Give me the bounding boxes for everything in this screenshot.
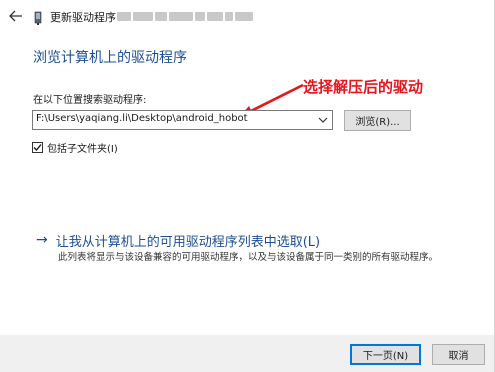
include-subfolders-option[interactable]: 包括子文件夹(I) — [32, 140, 118, 155]
chevron-down-icon[interactable] — [316, 113, 330, 127]
arrow-right-icon: → — [36, 232, 48, 248]
annotation-text: 选择解压后的驱动 — [303, 78, 424, 96]
device-manager-icon — [32, 10, 44, 25]
back-button[interactable] — [6, 6, 26, 26]
page-heading: 浏览计算机上的驱动程序 — [33, 50, 187, 66]
update-driver-window: 更新驱动程序 - 浏览计算机上的驱动程序 选择解压后的驱动 在以下位置搜索驱动程… — [0, 0, 495, 372]
device-name-obscured — [117, 10, 253, 22]
back-arrow-icon — [9, 10, 22, 22]
pick-from-list-description: 此列表将显示与该设备兼容的可用驱动程序，以及与该设备属于同一类别的所有驱动程序。 — [58, 252, 439, 263]
path-combobox[interactable]: F:\Users\yaqiang.li\Desktop\android_hobo… — [32, 110, 333, 130]
cancel-button[interactable]: 取消 — [432, 344, 485, 365]
search-location-label: 在以下位置搜索驱动程序: — [33, 95, 147, 106]
title-bar: 更新驱动程序 - — [0, 0, 494, 34]
browse-button[interactable]: 浏览(R)... — [344, 110, 411, 131]
pick-from-list-text[interactable]: 让我从计算机上的可用驱动程序列表中选取(L) — [56, 231, 320, 250]
include-subfolders-label[interactable]: 包括子文件夹(I) — [47, 140, 118, 155]
window-title: 更新驱动程序 - — [50, 11, 124, 24]
path-value[interactable]: F:\Users\yaqiang.li\Desktop\android_hobo… — [36, 113, 248, 124]
checkmark-icon — [33, 143, 42, 151]
pick-from-list-link[interactable]: → 让我从计算机上的可用驱动程序列表中选取(L) — [36, 231, 320, 250]
next-button[interactable]: 下一页(N) — [350, 344, 421, 365]
include-subfolders-checkbox[interactable] — [32, 141, 43, 153]
